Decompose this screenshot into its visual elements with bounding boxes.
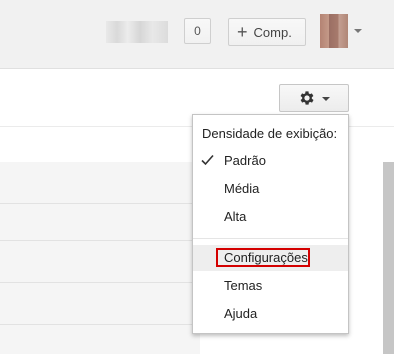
avatar[interactable] [320,14,348,48]
menu-item-alta[interactable]: Alta [193,204,348,230]
plus-icon: + [237,22,248,42]
menu-item-label: Configurações [224,250,308,265]
list-row-divider [0,282,200,283]
menu-item-media[interactable]: Média [193,176,348,202]
menu-item-configuracoes[interactable]: Configurações [193,245,348,271]
scrollbar-thumb[interactable] [383,162,394,354]
menu-item-label: Alta [224,209,247,224]
menu-divider [193,238,348,239]
menu-item-padrao[interactable]: Padrão [193,148,348,174]
share-button[interactable]: + Comp. [228,18,306,46]
menu-item-label: Padrão [224,153,266,168]
menu-item-label: Ajuda [224,306,258,321]
menu-item-ajuda[interactable]: Ajuda [193,301,348,327]
menu-item-label: Média [224,181,260,196]
list-row-divider [0,324,200,325]
top-bar: 0 + Comp. [0,0,394,69]
gear-icon [300,91,314,105]
menu-item-label: Temas [224,278,263,293]
list-row-divider [0,203,200,204]
account-name-blurred[interactable] [106,21,168,43]
list-row-divider [0,240,200,241]
density-title: Densidade de exibição: [202,126,338,141]
share-button-label: Comp. [253,24,292,40]
chevron-down-icon [322,97,330,101]
account-caret-icon[interactable] [354,29,362,33]
settings-menu: Densidade de exibição: Padrão Média Alta… [192,114,349,334]
settings-gear-button[interactable] [279,84,349,112]
menu-item-temas[interactable]: Temas [193,273,348,299]
message-list-area [0,162,200,354]
notifications-count: 0 [194,24,201,38]
checkmark-icon [201,154,214,166]
notifications-button[interactable]: 0 [184,18,211,44]
